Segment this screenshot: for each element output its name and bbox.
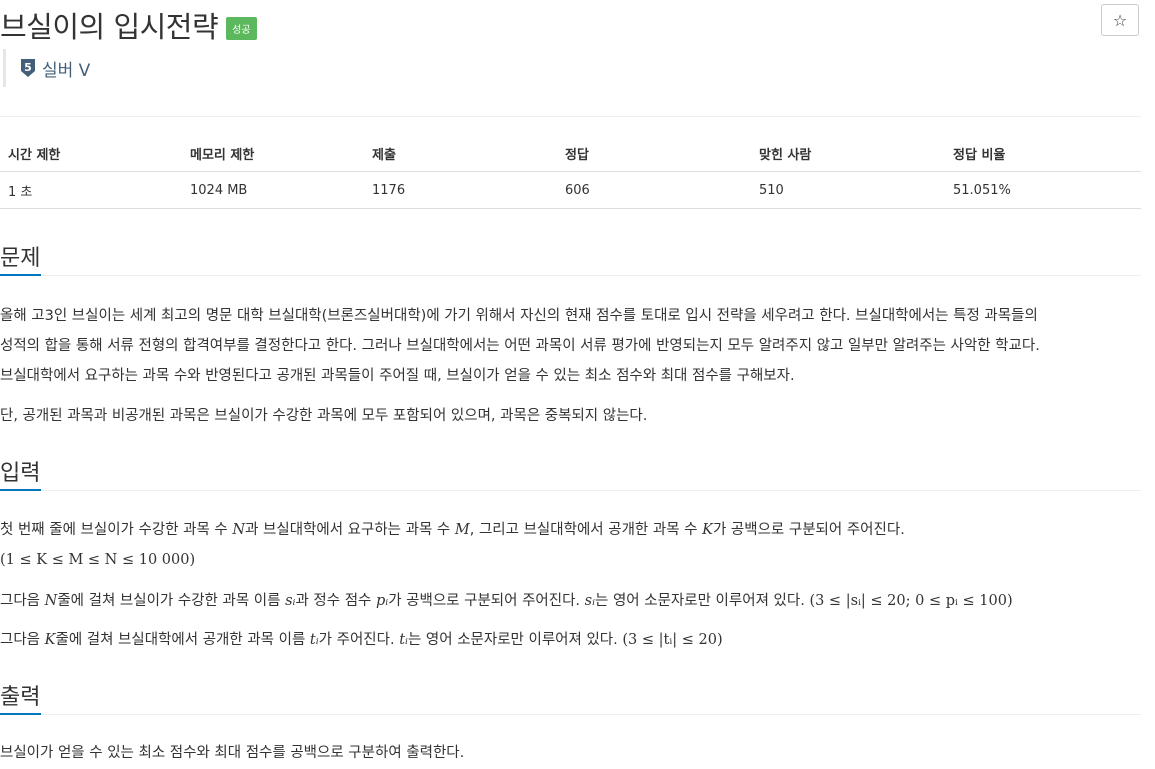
value-submissions: 1176 [372, 182, 406, 198]
value-accepted: 606 [565, 182, 590, 198]
input-paragraph-2: 그다음 N줄에 걸쳐 브실이가 수강한 과목 이름 sᵢ과 정수 점수 pᵢ가 … [0, 586, 1141, 616]
math-var: N [232, 522, 246, 538]
text-run: 첫 번째 줄에 브실이가 수강한 과목 수 [0, 522, 233, 538]
favorite-star-button[interactable]: ☆ [1101, 4, 1139, 36]
text-run: 그다음 [0, 593, 45, 609]
problem-title-row: 브실이의 입시전략 성공 [0, 4, 257, 46]
header-solved-users: 맞힌 사람 [759, 148, 812, 163]
input-section-heading: 입력 [0, 461, 41, 486]
text-run: , 그리고 브실대학에서 공개한 과목 수 [469, 522, 703, 538]
math-var: N [44, 593, 58, 609]
text-run: 그다음 [0, 632, 45, 648]
value-solved-users: 510 [759, 182, 784, 198]
text-run: 줄에 걸쳐 브실이가 수강한 과목 이름 [57, 593, 286, 609]
section-divider [0, 275, 1141, 276]
divider [0, 116, 1141, 117]
text-run: 가 주어진다. [318, 632, 400, 648]
problem-title: 브실이의 입시전략 [0, 10, 219, 44]
text-run: 줄에 걸쳐 브실대학에서 공개한 과목 이름 [55, 632, 310, 648]
output-section-heading: 출력 [0, 685, 41, 710]
text-run: 가 공백으로 구분되어 주어진다. [388, 593, 585, 609]
text-run: 과 브실대학에서 요구하는 과목 수 [245, 522, 455, 538]
math-var: pᵢ [375, 593, 389, 609]
text-run: 가 공백으로 구분되어 주어진다. [712, 522, 905, 538]
table-header-row: 시간 제한 메모리 제한 제출 정답 맞힌 사람 정답 비율 [0, 136, 1141, 172]
math-constraint: (3 ≤ |sᵢ| ≤ 20; 0 ≤ pᵢ ≤ 100) [809, 593, 1013, 609]
section-divider [0, 714, 1141, 715]
header-memory-limit: 메모리 제한 [190, 148, 255, 163]
problem-info-table: 시간 제한 메모리 제한 제출 정답 맞힌 사람 정답 비율 1 초 1024 … [0, 136, 1141, 209]
tier-shield-icon: 5 [21, 59, 35, 77]
input-paragraph-3: 그다음 K줄에 걸쳐 브실대학에서 공개한 과목 이름 tᵢ가 주어진다. tᵢ… [0, 625, 1141, 655]
section-underline [0, 274, 41, 276]
output-description: 브실이가 얻을 수 있는 최소 점수와 최대 점수를 공백으로 구분하여 출력한… [0, 745, 465, 761]
math-constraint: (3 ≤ |tᵢ| ≤ 20) [622, 632, 723, 648]
tier-badge[interactable]: 5 실버 V [3, 49, 90, 87]
section-underline [0, 713, 41, 715]
input-paragraph-1: 첫 번째 줄에 브실이가 수강한 과목 수 N과 브실대학에서 요구하는 과목 … [0, 515, 1141, 575]
value-time-limit: 1 초 [8, 184, 33, 200]
math-var: K [702, 522, 713, 538]
math-var: K [44, 632, 56, 648]
text-run: 는 영어 소문자로만 이루어져 있다. [595, 593, 810, 609]
math-var: sᵢ [584, 593, 596, 609]
math-var: M [454, 522, 470, 538]
problem-description: 올해 고3인 브실이는 세계 최고의 명문 대학 브실대학(브론즈실버대학)에 … [0, 301, 1141, 391]
header-submissions: 제출 [372, 148, 396, 163]
section-divider [0, 490, 1141, 491]
header-accept-ratio: 정답 비율 [953, 148, 1006, 163]
math-var: tᵢ [309, 632, 319, 648]
math-var: sᵢ [285, 593, 296, 609]
tier-level-text: 5 [24, 61, 32, 74]
math-constraint: (1 ≤ K ≤ M ≤ N ≤ 10 000) [0, 552, 196, 568]
section-underline [0, 489, 41, 491]
tier-label: 실버 V [42, 60, 91, 81]
text-run: 과 정수 점수 [295, 593, 376, 609]
text-run: 는 영어 소문자로만 이루어져 있다. [407, 632, 623, 648]
status-badge: 성공 [226, 16, 257, 40]
value-memory-limit: 1024 MB [190, 182, 248, 198]
header-accepted: 정답 [565, 148, 589, 163]
problem-section-heading: 문제 [0, 246, 41, 271]
table-row: 1 초 1024 MB 1176 606 510 51.051% [0, 172, 1141, 209]
header-time-limit: 시간 제한 [8, 148, 61, 163]
problem-note: 단, 공개된 과목과 비공개된 과목은 브실이가 수강한 과목에 모두 포함되어… [0, 408, 648, 424]
star-icon: ☆ [1112, 10, 1128, 30]
problem-line: 성적의 합을 통해 서류 전형의 합격여부를 결정한다고 한다. 그러나 브실대… [0, 338, 1040, 354]
input-line: 첫 번째 줄에 브실이가 수강한 과목 수 N과 브실대학에서 요구하는 과목 … [0, 515, 1141, 545]
value-accept-ratio: 51.051% [953, 182, 1011, 198]
problem-line: 올해 고3인 브실이는 세계 최고의 명문 대학 브실대학(브론즈실버대학)에 … [0, 308, 1038, 324]
math-var: tᵢ [399, 632, 408, 648]
problem-line: 브실대학에서 요구하는 과목 수와 반영된다고 공개된 과목들이 주어질 때, … [0, 368, 795, 384]
